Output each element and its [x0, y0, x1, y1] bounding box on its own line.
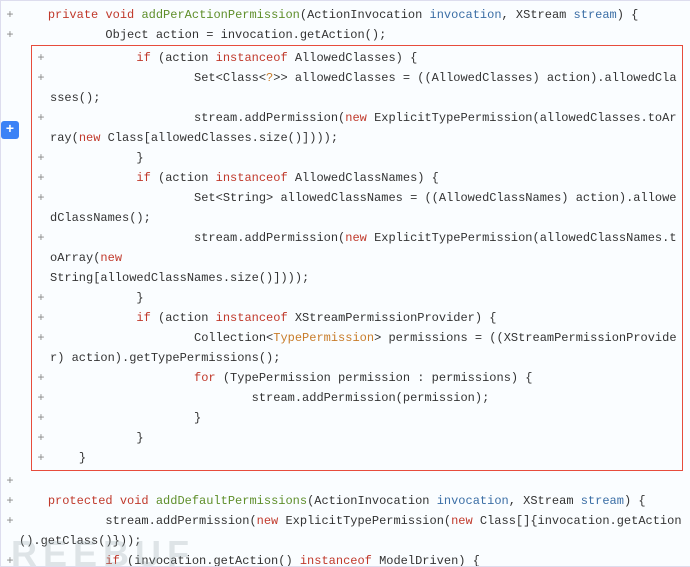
line-content: private void addPerActionPermission(Acti…	[19, 5, 690, 25]
line-content: protected void addDefaultPermissions(Act…	[19, 491, 690, 511]
diff-sign: +	[32, 68, 50, 88]
code-line: + Set<Class<?>> allowedClasses = ((Allow…	[32, 68, 682, 108]
diff-sign: +	[1, 491, 19, 511]
diff-sign: +	[32, 308, 50, 328]
line-content: if (action instanceof XStreamPermissionP…	[50, 308, 682, 328]
code-line: + private void addPerActionPermission(Ac…	[1, 5, 690, 25]
diff-sign: +	[32, 188, 50, 208]
line-content: Collection<TypePermission> permissions =…	[50, 328, 682, 368]
line-content: }	[50, 148, 682, 168]
code-line: String[allowedClassNames.size()])));	[32, 268, 682, 288]
diff-sign: +	[32, 428, 50, 448]
code-line: + if (action instanceof XStreamPermissio…	[32, 308, 682, 328]
code-line: + stream.addPermission(permission);	[32, 388, 682, 408]
diff-sign: +	[32, 288, 50, 308]
code-line: + }	[32, 428, 682, 448]
diff-sign: +	[32, 328, 50, 348]
diff-sign: +	[32, 168, 50, 188]
diff-sign: +	[32, 448, 50, 468]
line-content: if (action instanceof AllowedClassNames)…	[50, 168, 682, 188]
diff-sign: +	[1, 511, 19, 531]
code-line: + Object action = invocation.getAction()…	[1, 25, 690, 45]
line-content: for (TypePermission permission : permiss…	[50, 368, 682, 388]
diff-sign: +	[32, 108, 50, 128]
code-line: + }	[32, 288, 682, 308]
line-content: Set<String> allowedClassNames = ((Allowe…	[50, 188, 682, 228]
diff-sign: +	[1, 5, 19, 25]
line-content: String[allowedClassNames.size()])));	[50, 268, 682, 288]
line-content: stream.addPermission(permission);	[50, 388, 682, 408]
code-block: + private void addPerActionPermission(Ac…	[1, 1, 690, 567]
diff-sign: +	[32, 388, 50, 408]
code-line: + protected void addDefaultPermissions(A…	[1, 491, 690, 511]
diff-sign: +	[1, 471, 19, 491]
line-content: if (action instanceof AllowedClasses) {	[50, 48, 682, 68]
code-viewer: { "watermark": "REEBUF", "addbtn": "+", …	[0, 0, 690, 567]
diff-sign: +	[1, 25, 19, 45]
code-line: +	[1, 471, 690, 491]
line-content: }	[50, 448, 682, 468]
line-content: }	[50, 408, 682, 428]
code-line: + for (TypePermission permission : permi…	[32, 368, 682, 388]
diff-sign: +	[32, 228, 50, 248]
diff-sign: +	[32, 48, 50, 68]
code-line: + Set<String> allowedClassNames = ((Allo…	[32, 188, 682, 228]
highlight-block-1: + if (action instanceof AllowedClasses) …	[31, 45, 683, 471]
code-line: + stream.addPermission(new ExplicitTypeP…	[32, 228, 682, 268]
line-content: }	[50, 288, 682, 308]
line-content: Object action = invocation.getAction();	[19, 25, 690, 45]
code-line: + stream.addPermission(new ExplicitTypeP…	[32, 108, 682, 148]
watermark-text: REEBUF	[11, 544, 195, 564]
add-marker-icon[interactable]: +	[1, 121, 19, 139]
line-content: Set<Class<?>> allowedClasses = ((Allowed…	[50, 68, 682, 108]
line-content: stream.addPermission(new ExplicitTypePer…	[50, 228, 682, 268]
line-content: stream.addPermission(new ExplicitTypePer…	[50, 108, 682, 148]
code-line: + if (action instanceof AllowedClasses) …	[32, 48, 682, 68]
code-line: + }	[32, 448, 682, 468]
diff-sign: +	[32, 148, 50, 168]
code-line: + if (action instanceof AllowedClassName…	[32, 168, 682, 188]
diff-sign: +	[32, 408, 50, 428]
code-line: + }	[32, 408, 682, 428]
code-line: + }	[32, 148, 682, 168]
line-content: }	[50, 428, 682, 448]
code-line: + Collection<TypePermission> permissions…	[32, 328, 682, 368]
diff-sign: +	[32, 368, 50, 388]
